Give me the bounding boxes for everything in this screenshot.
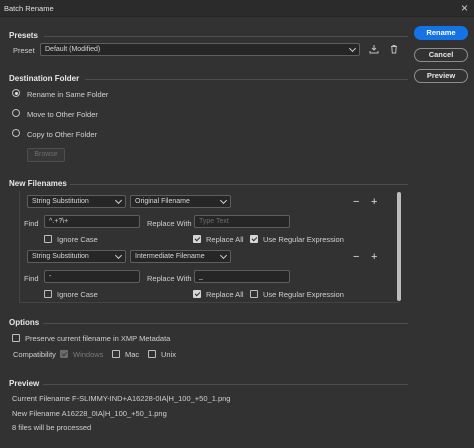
rule2-source-select[interactable]: Intermediate Filename [130,250,231,263]
destination-heading: Destination Folder [9,74,80,83]
rule1-regex-label: Use Regular Expression [263,235,344,244]
new-filenames-heading: New Filenames [9,179,67,188]
rule2-add-button[interactable]: + [371,252,377,263]
rule2-replace-input[interactable]: _ [194,270,290,283]
browse-button[interactable]: Browse [27,148,65,162]
presets-heading: Presets [9,31,38,40]
windows-label: Windows [73,350,104,359]
preserve-xmp-checkbox[interactable] [12,334,20,342]
chevron-down-icon [348,44,357,53]
window-title: Batch Rename [4,4,54,13]
rule2-replace-all-checkbox[interactable] [193,290,201,298]
preview-heading: Preview [9,379,40,388]
radio-same-folder-label: Rename in Same Folder [27,90,109,99]
rule2-type-select[interactable]: String Substitution [27,250,126,263]
preserve-xmp-label: Preserve current filename in XMP Metadat… [25,334,171,343]
rules-scrollbar[interactable] [397,192,401,301]
unix-label: Unix [161,350,177,359]
compatibility-label: Compatibility [13,350,56,359]
chevron-down-icon [219,251,228,260]
preview-button[interactable]: Preview [414,69,468,83]
radio-copy-folder-label: Copy to Other Folder [27,130,98,139]
radio-move-folder-label: Move to Other Folder [27,110,98,119]
chevron-down-icon [219,196,228,205]
rule1-type-value: String Substitution [32,198,89,205]
rule1-type-select[interactable]: String Substitution [27,195,126,208]
mac-label: Mac [125,350,140,359]
radio-move-folder[interactable] [12,109,20,117]
rule2-remove-button[interactable]: − [353,252,359,263]
rule2-regex-label: Use Regular Expression [263,290,344,299]
rule2-find-input[interactable]: - [44,270,140,283]
rule1-replace-input[interactable]: Type Text [194,215,290,228]
rule1-find-label: Find [24,219,39,228]
preset-label: Preset [13,46,35,55]
rule2-find-label: Find [24,274,39,283]
rule1-source-value: Original Filename [135,198,190,205]
preset-select[interactable]: Default (Modified) [40,43,360,56]
rule2-ignore-case-label: Ignore Case [57,290,98,299]
radio-copy-folder[interactable] [12,129,20,137]
options-divider [43,323,408,324]
chevron-down-icon [114,251,123,260]
trash-icon[interactable] [389,44,399,54]
rule1-add-button[interactable]: + [371,197,377,208]
title-bar: Batch Rename × [0,0,474,17]
rule2-ignore-case-checkbox[interactable] [44,290,52,298]
preview-file-count: 8 files will be processed [12,423,92,432]
rule1-replace-all-label: Replace All [206,235,244,244]
rule2-regex-checkbox[interactable] [250,290,258,298]
rule1-remove-button[interactable]: − [353,197,359,208]
cancel-button[interactable]: Cancel [414,48,468,62]
destination-divider [85,79,408,80]
rule2-replace-label: Replace With [147,274,192,283]
preview-current-filename: Current Filename F-SLIMMY-IND+A16228-0IA… [12,394,231,403]
rule1-find-input[interactable]: ^.+?\+ [44,215,140,228]
rule1-ignore-case-checkbox[interactable] [44,235,52,243]
rule1-ignore-case-label: Ignore Case [57,235,98,244]
mac-checkbox[interactable] [112,350,120,358]
rule1-regex-checkbox[interactable] [250,235,258,243]
new-filenames-divider [70,184,408,185]
windows-checkbox [60,350,68,358]
unix-checkbox[interactable] [148,350,156,358]
close-icon[interactable]: × [461,1,468,15]
options-heading: Options [9,318,40,327]
preview-divider [43,384,408,385]
preset-select-value: Default (Modified) [45,46,101,53]
preview-new-filename: New Filename A16228_0IA|H_100_+50_1.png [12,409,167,418]
chevron-down-icon [114,196,123,205]
presets-divider [44,36,408,37]
rule1-source-select[interactable]: Original Filename [130,195,231,208]
rule1-replace-label: Replace With [147,219,192,228]
rule2-replace-all-label: Replace All [206,290,244,299]
save-preset-icon[interactable] [369,44,379,54]
rule2-type-value: String Substitution [32,253,89,260]
rule1-replace-all-checkbox[interactable] [193,235,201,243]
rule2-source-value: Intermediate Filename [135,253,205,260]
radio-same-folder[interactable] [12,89,20,97]
rename-button[interactable]: Rename [414,26,468,40]
